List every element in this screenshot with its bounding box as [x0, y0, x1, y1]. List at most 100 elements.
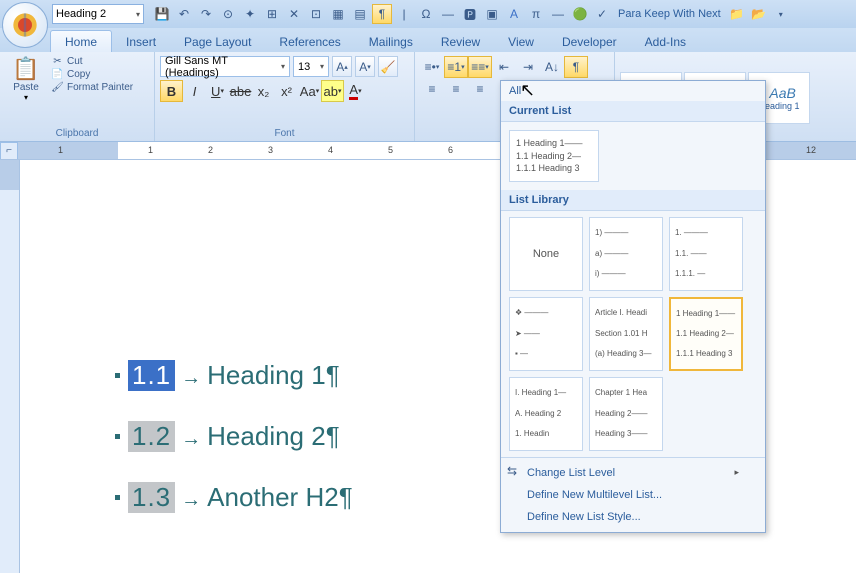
bold-button[interactable]: B — [160, 80, 183, 102]
tab-home[interactable]: Home — [50, 30, 112, 52]
underline-button[interactable]: U▾ — [206, 80, 229, 102]
numbering-button[interactable]: ≡1▾ — [444, 56, 468, 78]
qat-icon[interactable]: ▣ — [482, 4, 502, 24]
qat-icon[interactable]: ⊙ — [218, 4, 238, 24]
heading-number: 1.2 — [128, 421, 175, 452]
tab-arrow-icon: → — [181, 367, 201, 390]
style-combo[interactable]: Heading 2▾ — [52, 4, 144, 24]
tab-developer[interactable]: Developer — [548, 31, 631, 52]
qat-more-icon[interactable]: ▾ — [771, 4, 791, 24]
save-icon[interactable]: 💾 — [152, 4, 172, 24]
qat-icon[interactable]: 📁 — [727, 4, 747, 24]
qat-sep: | — [394, 4, 414, 24]
tab-selector[interactable]: ⌐ — [0, 142, 18, 160]
qat-icon[interactable]: — — [438, 4, 458, 24]
font-size-combo[interactable]: 13▾ — [293, 56, 329, 77]
folder-icon[interactable]: 📂 — [749, 4, 769, 24]
strike-button[interactable]: abe — [229, 80, 252, 102]
copy-button[interactable]: 📄Copy — [51, 69, 133, 80]
multilevel-list-dropdown: All Current List 1 Heading 1—— 1.1 Headi… — [500, 80, 766, 533]
list-library-item[interactable]: I. Heading 1—A. Heading 21. Headin — [509, 377, 583, 451]
format-painter-button[interactable]: 🖌Format Painter — [51, 82, 133, 93]
define-list-style-link[interactable]: Define New List Style... — [501, 506, 765, 528]
office-button[interactable] — [2, 2, 48, 48]
define-multilevel-link[interactable]: Define New Multilevel List... — [501, 484, 765, 506]
change-list-level-link[interactable]: Change List Level▸ — [501, 462, 765, 484]
align-center-button[interactable]: ≡ — [444, 78, 468, 100]
qat-icon[interactable]: ⊡ — [306, 4, 326, 24]
align-left-button[interactable]: ≡ — [420, 78, 444, 100]
highlight-button[interactable]: ab▾ — [321, 80, 344, 102]
dd-section-label: Current List — [501, 101, 765, 122]
dd-section-label: List Library — [501, 190, 765, 211]
qat-icon[interactable]: A — [504, 4, 524, 24]
list-library-item-selected[interactable]: 1 Heading 1——1.1 Heading 2—1.1.1 Heading… — [669, 297, 743, 371]
dd-all-link[interactable]: All — [501, 81, 765, 101]
bullet-icon — [115, 434, 120, 439]
sort-button[interactable]: A↓ — [540, 56, 564, 78]
italic-button[interactable]: I — [183, 80, 206, 102]
qat-icon[interactable]: ✓ — [592, 4, 612, 24]
bullet-icon — [115, 373, 120, 378]
tab-mailings[interactable]: Mailings — [355, 31, 427, 52]
list-library-item[interactable]: ❖ ———➤ ——▪ — — [509, 297, 583, 371]
shrink-font-icon[interactable]: A▾ — [355, 56, 375, 77]
redo-icon[interactable]: ↷ — [196, 4, 216, 24]
tab-references[interactable]: References — [265, 31, 354, 52]
qat-icon[interactable]: ✦ — [240, 4, 260, 24]
pilcrow-icon: ¶ — [326, 421, 340, 452]
pilcrow-icon: ¶ — [326, 360, 340, 391]
list-library-item[interactable]: Chapter 1 HeaHeading 2——Heading 3—— — [589, 377, 663, 451]
qat-icon[interactable]: ⊞ — [262, 4, 282, 24]
omega-icon[interactable]: Ω — [416, 4, 436, 24]
align-right-button[interactable]: ≡ — [468, 78, 492, 100]
tab-insert[interactable]: Insert — [112, 31, 170, 52]
change-level-icon: ⇆ — [507, 464, 517, 478]
para-keep-label[interactable]: Para Keep With Next — [618, 8, 721, 20]
font-color-button[interactable]: A▾ — [344, 80, 367, 102]
multilevel-list-button[interactable]: ≡≡▾ — [468, 56, 492, 78]
qat-icon[interactable]: 🟢 — [570, 4, 590, 24]
heading-number: 1.3 — [128, 482, 175, 513]
group-label: Font — [155, 128, 414, 139]
list-library-item[interactable]: Article I. HeadiSection 1.01 H(a) Headin… — [589, 297, 663, 371]
superscript-button[interactable]: x² — [275, 80, 298, 102]
vertical-ruler[interactable] — [0, 160, 20, 573]
tab-review[interactable]: Review — [427, 31, 494, 52]
bullets-button[interactable]: ≡•▾ — [420, 56, 444, 78]
bullet-icon — [115, 495, 120, 500]
group-label: Clipboard — [0, 128, 154, 139]
change-case-button[interactable]: Aa▾ — [298, 80, 321, 102]
tab-addins[interactable]: Add-Ins — [631, 31, 700, 52]
heading-text[interactable]: Another H2 — [207, 482, 339, 513]
list-library-item[interactable]: None — [509, 217, 583, 291]
ribbon-tabs: Home Insert Page Layout References Maili… — [0, 28, 856, 52]
clear-format-icon[interactable]: 🧹 — [378, 56, 398, 77]
heading-text[interactable]: Heading 2 — [207, 421, 326, 452]
qat-icon[interactable]: — — [548, 4, 568, 24]
tab-arrow-icon: → — [181, 428, 201, 451]
subscript-button[interactable]: x₂ — [252, 80, 275, 102]
current-list-preview[interactable]: 1 Heading 1—— 1.1 Heading 2— 1.1.1 Headi… — [509, 130, 599, 182]
undo-icon[interactable]: ↶ — [174, 4, 194, 24]
qat-icon[interactable]: ✕ — [284, 4, 304, 24]
increase-indent-button[interactable]: ⇥ — [516, 56, 540, 78]
qat-icon[interactable]: ▦ — [328, 4, 348, 24]
grow-font-icon[interactable]: A▴ — [332, 56, 352, 77]
show-marks-button[interactable]: ¶ — [564, 56, 588, 78]
list-library-item[interactable]: 1. ———1.1. ——1.1.1. — — [669, 217, 743, 291]
list-library-item[interactable]: 1) ———a) ———i) ——— — [589, 217, 663, 291]
tab-view[interactable]: View — [494, 31, 548, 52]
qat-icon[interactable]: π — [526, 4, 546, 24]
font-name-combo[interactable]: Gill Sans MT (Headings)▾ — [160, 56, 290, 77]
tab-arrow-icon: → — [181, 489, 201, 512]
pilcrow-icon: ¶ — [339, 482, 353, 513]
pilcrow-icon[interactable]: ¶ — [372, 4, 392, 24]
heading-text[interactable]: Heading 1 — [207, 360, 326, 391]
cut-button[interactable]: ✂Cut — [51, 56, 133, 67]
heading-number[interactable]: 1.1 — [128, 360, 175, 391]
tab-page-layout[interactable]: Page Layout — [170, 31, 265, 52]
qat-icon[interactable]: ▤ — [350, 4, 370, 24]
decrease-indent-button[interactable]: ⇤ — [492, 56, 516, 78]
qat-icon[interactable]: 🅿 — [460, 4, 480, 24]
